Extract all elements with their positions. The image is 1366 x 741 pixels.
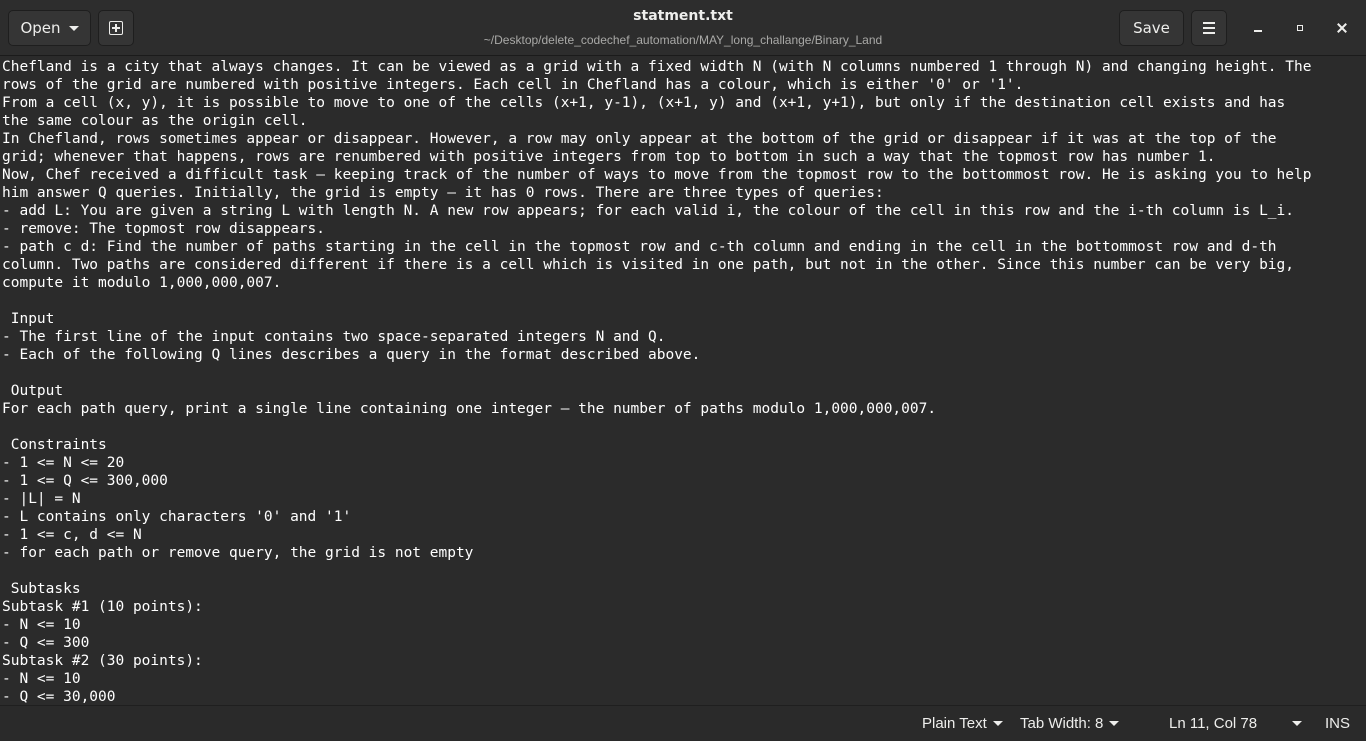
text-line[interactable]: For each path query, print a single line… bbox=[2, 400, 1366, 418]
chevron-down-icon bbox=[992, 721, 1003, 726]
text-line[interactable]: - Q <= 30,000 bbox=[2, 688, 1366, 705]
text-line[interactable]: - 1 <= Q <= 300,000 bbox=[2, 472, 1366, 490]
hamburger-icon bbox=[1203, 22, 1215, 24]
text-line[interactable]: From a cell (x, y), it is possible to mo… bbox=[2, 94, 1366, 112]
chevron-down-icon bbox=[1109, 721, 1120, 726]
text-line[interactable]: Output bbox=[2, 382, 1366, 400]
text-line[interactable]: - add L: You are given a string L with l… bbox=[2, 202, 1366, 220]
text-line[interactable]: - remove: The topmost row disappears. bbox=[2, 220, 1366, 238]
tab-width-label: Tab Width: 8 bbox=[1020, 715, 1104, 732]
insert-mode-indicator[interactable]: INS bbox=[1325, 706, 1350, 741]
save-button[interactable]: Save bbox=[1119, 10, 1184, 46]
text-line[interactable]: rows of the grid are numbered with posit… bbox=[2, 76, 1366, 94]
text-line[interactable]: Subtask #2 (30 points): bbox=[2, 652, 1366, 670]
text-line[interactable] bbox=[2, 292, 1366, 310]
text-line[interactable] bbox=[2, 562, 1366, 580]
text-line[interactable]: Constraints bbox=[2, 436, 1366, 454]
text-line[interactable]: column. Two paths are considered differe… bbox=[2, 256, 1366, 274]
hamburger-icon bbox=[1203, 27, 1215, 29]
new-document-button[interactable] bbox=[98, 10, 134, 46]
text-editor-window: Open statment.txt ~/Desktop/delete_codec… bbox=[0, 0, 1366, 741]
text-line[interactable]: - Each of the following Q lines describe… bbox=[2, 346, 1366, 364]
text-line[interactable]: In Chefland, rows sometimes appear or di… bbox=[2, 130, 1366, 148]
text-line[interactable]: - L contains only characters '0' and '1' bbox=[2, 508, 1366, 526]
text-line[interactable] bbox=[2, 364, 1366, 382]
hamburger-icon bbox=[1203, 32, 1215, 34]
open-button-label: Open bbox=[20, 19, 61, 37]
status-bar: Plain Text Tab Width: 8 Ln 11, Col 78 IN… bbox=[0, 705, 1366, 741]
text-line[interactable]: the same colour as the origin cell. bbox=[2, 112, 1366, 130]
close-button[interactable] bbox=[1328, 14, 1356, 42]
tab-width-selector[interactable]: Tab Width: 8 bbox=[1020, 706, 1120, 741]
maximize-button[interactable] bbox=[1286, 14, 1314, 42]
text-line[interactable]: - 1 <= N <= 20 bbox=[2, 454, 1366, 472]
open-button-group: Open bbox=[8, 10, 134, 46]
language-label: Plain Text bbox=[922, 715, 987, 732]
hamburger-menu-button[interactable] bbox=[1191, 10, 1227, 46]
language-selector[interactable]: Plain Text bbox=[922, 706, 1003, 741]
text-line[interactable]: - N <= 10 bbox=[2, 616, 1366, 634]
new-tab-icon bbox=[109, 21, 123, 35]
text-line[interactable]: him answer Q queries. Initially, the gri… bbox=[2, 184, 1366, 202]
close-icon bbox=[1337, 23, 1347, 33]
text-line[interactable]: compute it modulo 1,000,000,007. bbox=[2, 274, 1366, 292]
text-line[interactable]: - path c d: Find the number of paths sta… bbox=[2, 238, 1366, 256]
window-title: statment.txt bbox=[633, 8, 733, 24]
header-bar: Open statment.txt ~/Desktop/delete_codec… bbox=[0, 0, 1366, 56]
text-line[interactable]: Now, Chef received a difficult task — ke… bbox=[2, 166, 1366, 184]
cursor-position[interactable]: Ln 11, Col 78 bbox=[1169, 706, 1257, 741]
text-line[interactable]: Subtask #1 (10 points): bbox=[2, 598, 1366, 616]
document-text[interactable]: Chefland is a city that always changes. … bbox=[0, 57, 1366, 705]
text-line[interactable]: - 1 <= c, d <= N bbox=[2, 526, 1366, 544]
chevron-down-icon bbox=[68, 25, 79, 31]
text-line[interactable]: - Q <= 300 bbox=[2, 634, 1366, 652]
minimize-icon bbox=[1254, 30, 1262, 32]
open-button[interactable]: Open bbox=[8, 10, 91, 46]
text-line[interactable]: - for each path or remove query, the gri… bbox=[2, 544, 1366, 562]
minimize-button[interactable] bbox=[1244, 14, 1272, 42]
file-path: ~/Desktop/delete_codechef_automation/MAY… bbox=[483, 33, 883, 47]
cursor-position-label: Ln 11, Col 78 bbox=[1169, 715, 1258, 732]
text-line[interactable] bbox=[2, 418, 1366, 436]
text-line[interactable]: - N <= 10 bbox=[2, 670, 1366, 688]
chevron-down-icon bbox=[1292, 721, 1302, 726]
text-line[interactable]: Subtasks bbox=[2, 580, 1366, 598]
text-line[interactable]: - |L| = N bbox=[2, 490, 1366, 508]
cursor-position-dropdown[interactable] bbox=[1286, 706, 1302, 741]
text-line[interactable]: Chefland is a city that always changes. … bbox=[2, 58, 1366, 76]
text-line[interactable]: - The first line of the input contains t… bbox=[2, 328, 1366, 346]
text-line[interactable]: Input bbox=[2, 310, 1366, 328]
title-block: statment.txt ~/Desktop/delete_codechef_a… bbox=[383, 6, 983, 50]
maximize-icon bbox=[1297, 25, 1303, 31]
text-editor-area[interactable]: Chefland is a city that always changes. … bbox=[0, 57, 1366, 705]
text-line[interactable]: grid; whenever that happens, rows are re… bbox=[2, 148, 1366, 166]
